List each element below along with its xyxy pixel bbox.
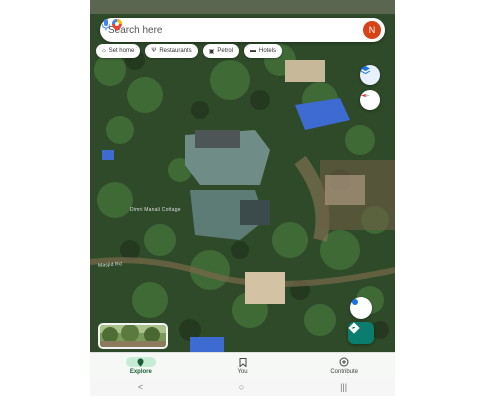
tab-contribute[interactable]: Contribute — [293, 353, 395, 379]
street-view-image — [100, 325, 166, 347]
tab-you[interactable]: You — [192, 353, 294, 379]
fuel-icon: ▣ — [208, 48, 215, 55]
home-icon: ⌂ — [102, 48, 106, 54]
explore-pill — [125, 357, 156, 367]
plus-circle-icon — [339, 357, 349, 367]
chip-label: Petrol — [217, 48, 234, 54]
layers-icon — [360, 66, 371, 75]
maps-pin-icon — [112, 19, 122, 31]
compass-button[interactable] — [360, 90, 380, 110]
microphone-icon[interactable] — [100, 18, 112, 32]
tab-label: You — [237, 369, 248, 375]
directions-icon — [348, 322, 360, 334]
category-chips: ⌂ Set home Ψ Restaurants ▣ Petrol ▬ Hote… — [96, 44, 283, 58]
chip-petrol[interactable]: ▣ Petrol — [202, 44, 240, 58]
explore-pin-icon — [137, 358, 144, 366]
layers-button[interactable] — [360, 65, 380, 85]
chip-hotels[interactable]: ▬ Hotels — [244, 44, 283, 58]
recents-button[interactable]: ||| — [340, 382, 347, 392]
tab-label: Explore — [129, 369, 152, 375]
home-button[interactable]: ○ — [239, 382, 244, 392]
chip-label: Restaurants — [159, 48, 192, 54]
chip-restaurants[interactable]: Ψ Restaurants — [145, 44, 198, 58]
place-label[interactable]: Dimri Manali Cottage — [130, 207, 181, 213]
avatar[interactable]: N — [363, 21, 381, 39]
chip-label: Hotels — [259, 48, 277, 54]
street-view-thumbnail[interactable] — [98, 323, 168, 349]
contribute-icon-wrap — [339, 357, 349, 367]
search-input[interactable]: Search here — [108, 25, 363, 36]
location-icon — [352, 299, 358, 305]
hotel-icon: ▬ — [250, 48, 257, 54]
system-navigation-bar: < ○ ||| — [90, 378, 395, 396]
back-button[interactable]: < — [138, 382, 143, 392]
phone-screen: Dimri Manali Cottage Masjid Rd Search he… — [90, 0, 395, 406]
satellite-map[interactable]: Dimri Manali Cottage Masjid Rd Search he… — [90, 0, 395, 352]
you-icon-wrap — [239, 357, 247, 367]
tab-explore[interactable]: Explore — [90, 353, 192, 379]
my-location-button[interactable] — [350, 297, 372, 319]
bottom-navigation: Explore You Contribute — [90, 352, 395, 379]
chip-set-home[interactable]: ⌂ Set home — [96, 44, 141, 58]
directions-button[interactable] — [348, 322, 374, 344]
search-bar[interactable]: Search here N — [100, 18, 385, 42]
chip-label: Set home — [108, 48, 135, 54]
restaurant-icon: Ψ — [151, 48, 157, 54]
tab-label: Contribute — [330, 369, 359, 375]
bookmark-icon — [239, 357, 246, 367]
compass-icon — [361, 94, 370, 97]
